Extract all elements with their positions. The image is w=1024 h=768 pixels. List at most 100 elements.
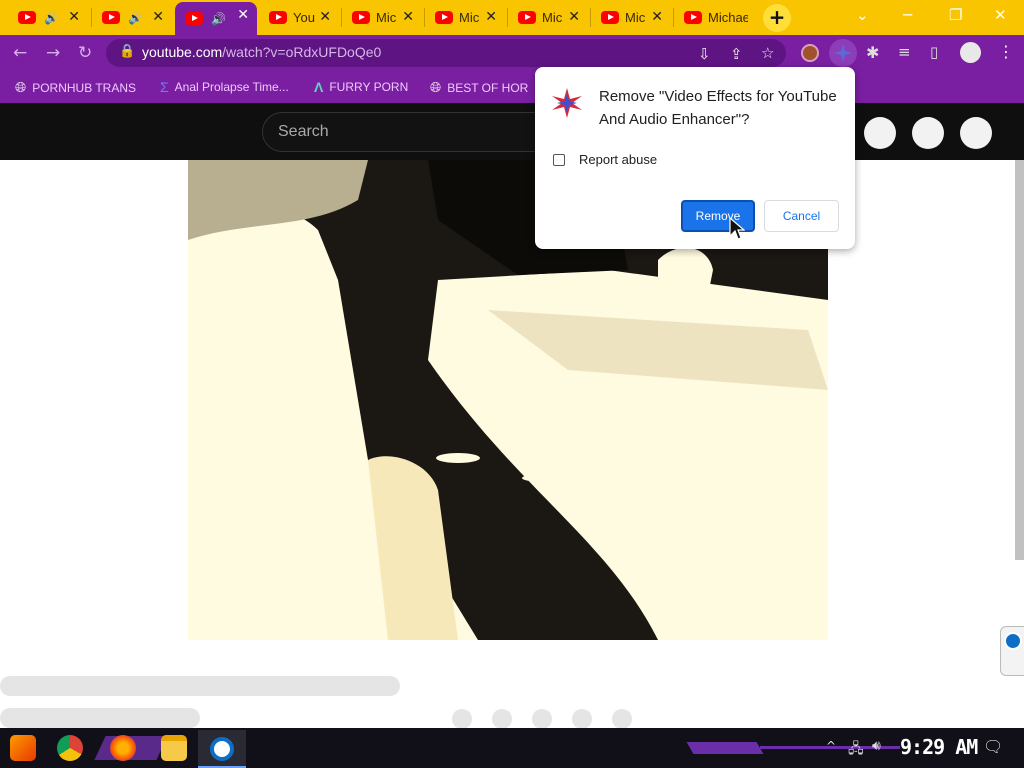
video-effects-extension-icon[interactable] [829,39,857,67]
tab[interactable]: Mic ✕ [508,4,588,31]
lambda-icon: Λ [314,79,324,95]
tab-title: You [293,10,315,25]
youtube-icon [684,11,702,24]
youtube-icon [269,11,287,24]
extensions-puzzle-icon[interactable]: ✱ [866,43,879,62]
back-icon[interactable]: ← [13,43,27,63]
skeleton-dot [492,709,512,729]
close-icon[interactable]: ✕ [485,9,497,25]
tab-title: Mic [542,10,563,25]
extension-avatar-icon[interactable] [801,44,819,62]
close-window-icon[interactable]: ✕ [994,6,1007,24]
bookmark-star-icon[interactable]: ☆ [761,44,774,62]
scrollbar-thumb[interactable] [1015,160,1024,560]
teamviewer-icon [210,737,234,761]
bookmark-item[interactable]: Λ FURRY PORN [314,79,408,95]
url-text[interactable]: youtube.com/watch?v=oRdxUFDoQe0 [142,44,381,60]
media-icon[interactable]: ≡ [898,43,911,61]
skeleton-dot [452,709,472,729]
teamviewer-taskbar-item[interactable] [198,730,246,768]
tab-active[interactable]: 🔊 ✕ [175,2,257,35]
dialog-title: Remove "Video Effects for YouTube And Au… [599,88,837,128]
speaker-icon[interactable]: 🔊 [44,11,59,25]
tab-title: Mic [459,10,480,25]
tray-chevron-icon[interactable]: ^ [826,739,836,753]
cancel-button[interactable]: Cancel [764,200,839,232]
taskbar-accent [686,742,764,754]
youtube-icon [518,11,536,24]
chrome-icon[interactable] [57,735,83,761]
tab[interactable]: 🔊 ✕ [8,4,88,31]
notification-icon[interactable]: 🗨︎ [983,737,1003,756]
tab[interactable]: You ✕ [259,4,339,31]
share-icon[interactable]: ⇪ [730,45,743,63]
close-icon[interactable]: ✕ [237,7,249,23]
side-panel-icon[interactable]: ▯ [930,43,938,61]
close-icon[interactable]: ✕ [68,9,80,25]
skeleton-dot [612,709,632,729]
profile-icon[interactable] [960,42,981,63]
tab[interactable]: Mic ✕ [342,4,422,31]
bookmark-item[interactable]: 🌐︎ PORNHUB TRANS [15,79,136,96]
title-skeleton [0,676,400,696]
speaker-icon[interactable]: 🔊 [128,11,143,25]
report-abuse-checkbox[interactable] [553,154,565,166]
close-icon[interactable]: ✕ [651,9,663,25]
close-icon[interactable]: ✕ [568,9,580,25]
start-menu-icon[interactable] [10,735,36,761]
firefox-icon[interactable] [110,735,136,761]
extension-logo-icon [552,88,582,118]
tab[interactable]: Mic ✕ [591,4,671,31]
youtube-icon [18,11,36,24]
volume-icon[interactable]: 🔊︎ [872,738,881,754]
skeleton-dot [532,709,552,729]
bookmark-item[interactable]: Σ Anal Prolapse Time... [160,79,289,95]
forward-icon[interactable]: → [46,43,60,63]
youtube-header: Search [0,103,1024,160]
tab-title: Mic [625,10,646,25]
search-input[interactable]: Search [262,112,552,152]
speaker-icon[interactable]: 🔊 [211,12,226,26]
sigma-icon: Σ [160,79,169,95]
youtube-icon [352,11,370,24]
youtube-icon [601,11,619,24]
mouse-cursor-icon [729,217,745,240]
report-abuse-label[interactable]: Report abuse [579,152,657,167]
restore-icon[interactable]: ❐ [949,6,962,24]
bookmark-item[interactable]: 🌐︎ BEST OF HOR [430,79,528,96]
tab[interactable]: Mic ✕ [425,4,505,31]
file-explorer-icon[interactable] [161,735,187,761]
taskbar: ^ 🖧 🔊︎ 9:29 AM 🗨︎ [0,728,1024,768]
teamviewer-icon [1004,632,1022,650]
youtube-icon [102,11,120,24]
close-icon[interactable]: ✕ [319,9,331,25]
menu-icon[interactable]: ⋮ [998,42,1014,61]
tab[interactable]: Michae [674,4,754,31]
browser-toolbar: ← → ↻ 🔒 youtube.com/watch?v=oRdxUFDoQe0 … [0,35,1024,71]
install-icon[interactable]: ⇩ [698,45,711,63]
tab-title: Michae [708,10,748,25]
address-bar[interactable]: 🔒 youtube.com/watch?v=oRdxUFDoQe0 ⇩ ⇪ ☆ [106,39,786,67]
remove-extension-dialog: Remove "Video Effects for YouTube And Au… [535,67,855,249]
globe-icon: 🌐︎ [430,79,442,95]
bookmarks-bar: 🌐︎ PORNHUB TRANS Σ Anal Prolapse Time... Λ… [0,71,1024,103]
reload-icon[interactable]: ↻ [78,43,92,63]
tab[interactable]: 🔊 ✕ [92,4,172,31]
tab-title: Mic [376,10,397,25]
avatar[interactable] [960,117,992,149]
youtube-icon [435,11,453,24]
youtube-icon [185,12,203,25]
minimize-icon[interactable]: ─ [903,6,912,24]
new-tab-button[interactable]: + [763,4,791,32]
teamviewer-side-panel[interactable] [1000,626,1024,676]
clock[interactable]: 9:29 AM [900,735,978,759]
close-icon[interactable]: ✕ [402,9,414,25]
tab-search-icon[interactable]: ⌄ [856,6,869,24]
header-placeholder-circle[interactable] [912,117,944,149]
close-icon[interactable]: ✕ [152,9,164,25]
skeleton-dot [572,709,592,729]
lock-icon[interactable]: 🔒 [119,44,135,59]
header-placeholder-circle[interactable] [864,117,896,149]
network-icon[interactable]: 🖧 [848,738,864,762]
tab-strip: 🔊 ✕ 🔊 ✕ 🔊 ✕ You ✕ Mic ✕ Mic ✕ Mic ✕ Mic … [0,0,1024,35]
